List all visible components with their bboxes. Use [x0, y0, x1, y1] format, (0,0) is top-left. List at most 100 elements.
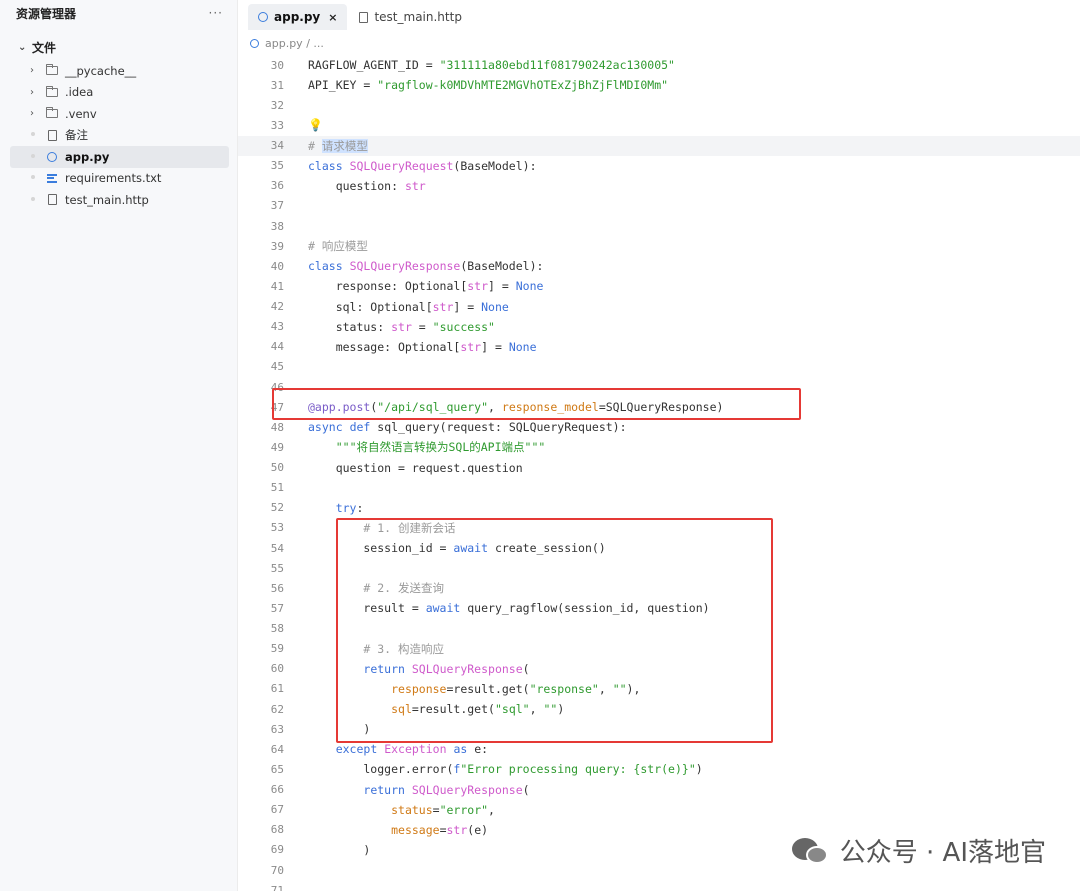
code-line: 33 💡 [238, 115, 1080, 135]
line-number: 53 [270, 521, 284, 535]
code-text: question: str [308, 178, 426, 193]
code-line: 42 sql: Optional[str] = None [238, 297, 1080, 317]
python-file-icon [44, 151, 60, 163]
folder-icon [44, 64, 60, 77]
line-number: 68 [270, 823, 284, 837]
tab-app-py[interactable]: app.py × [248, 4, 348, 30]
section-label: 文件 [32, 40, 57, 55]
line-number: 65 [270, 762, 284, 776]
line-number: 55 [270, 561, 284, 575]
code-text: """将自然语言转换为SQL的API端点""" [335, 440, 546, 455]
tree-item-label: test_main.http [65, 192, 149, 207]
line-number: 34 [270, 139, 284, 153]
watermark-text: 公众号 · AI落地官 [839, 838, 1046, 868]
code-line: 56 # 2. 发送查询 [238, 578, 1080, 598]
code-line: 34 # 请求模型 [238, 135, 1080, 156]
code-text: class SQLQueryResponse(BaseModel): [308, 259, 544, 274]
tree-item[interactable]: › .idea [10, 82, 229, 104]
code-line: 37 [238, 196, 1080, 216]
code-line: 52 try: [238, 498, 1080, 518]
text-lines-icon [44, 172, 60, 184]
code-line: 44 message: Optional[str] = None [238, 337, 1080, 357]
code-text: class SQLQueryRequest(BaseModel): [308, 158, 537, 173]
line-number: 50 [270, 461, 284, 475]
python-file-icon [258, 12, 268, 22]
tree-item[interactable]: › .venv [10, 103, 229, 125]
code-text: async def sql_query(request: SQLQueryReq… [308, 420, 627, 435]
code-line: 36 question: str [238, 176, 1080, 196]
line-number: 64 [270, 742, 284, 756]
tree-item[interactable]: requirements.txt [10, 168, 229, 190]
line-number: 52 [270, 501, 284, 515]
file-icon [44, 194, 60, 206]
code-line: 53 # 1. 创建新会话 [238, 518, 1080, 538]
code-line: 64 except Exception as e: [238, 739, 1080, 759]
line-number: 51 [270, 481, 284, 495]
code-text: API_KEY = "ragflow-k0MDVhMTE2MGVhOTExZjB… [308, 78, 669, 93]
code-text: result = await query_ragflow(session_id,… [308, 601, 710, 616]
tree-item[interactable]: › __pycache__ [10, 60, 229, 82]
code-line: 71 [238, 880, 1080, 891]
code-area[interactable]: 30 RAGFLOW_AGENT_ID = "311111a80ebd11f081… [238, 55, 1080, 891]
tree-item-label: 备注 [65, 128, 88, 143]
line-number: 56 [270, 581, 284, 595]
explorer-header: 资源管理器 ··· [0, 0, 237, 26]
line-number: 35 [270, 159, 284, 173]
code-line: 38 [238, 216, 1080, 236]
code-text: RAGFLOW_AGENT_ID = "311111a80ebd11f08179… [308, 58, 675, 73]
tree-item[interactable]: app.py [10, 146, 229, 168]
wechat-icon [791, 836, 830, 866]
line-number: 42 [270, 300, 284, 314]
code-line: 32 [238, 95, 1080, 115]
code-line: 40 class SQLQueryResponse(BaseModel): [238, 256, 1080, 276]
code-line: 31 API_KEY = "ragflow-k0MDVhMTE2MGVhOTExZ… [238, 75, 1080, 95]
tab-label: test_main.http [374, 10, 462, 24]
chevron-right-icon: › [30, 108, 34, 120]
code-text: ) [308, 722, 371, 737]
code-line: 49 """将自然语言转换为SQL的API端点""" [238, 437, 1080, 457]
chevron-right-icon: › [30, 86, 34, 98]
editor-pane: app.py × test_main.http app.py / ... 30 R… [238, 0, 1080, 891]
line-number: 60 [270, 662, 284, 676]
code-text: return SQLQueryResponse( [363, 661, 530, 676]
line-number: 31 [270, 78, 284, 92]
chevron-right-icon: › [30, 65, 34, 77]
line-number: 57 [270, 601, 284, 615]
code-text: status="error", [391, 802, 495, 817]
line-number: 59 [270, 642, 284, 656]
code-text: question = request.question [308, 460, 523, 475]
code-line: 57 result = await query_ragflow(session_… [238, 598, 1080, 618]
explorer-title: 资源管理器 [16, 6, 77, 21]
code-text: sql: Optional[str] = None [308, 299, 509, 314]
code-text: # 3. 构造响应 [363, 641, 445, 656]
watermark: 公众号 · AI落地官 [791, 832, 1046, 869]
code-line: 61 response=result.get("response", ""), [238, 679, 1080, 699]
files-section-header[interactable]: ⌄ 文件 [0, 34, 237, 60]
code-text: sql=result.get("sql", "") [391, 702, 565, 717]
code-text: logger.error(f"Error processing query: {… [308, 762, 703, 777]
code-line: 62 sql=result.get("sql", "") [238, 699, 1080, 719]
tab-label: app.py [274, 10, 321, 24]
tree-item-label: .idea [65, 85, 94, 100]
code-text: session_id = await create_session() [308, 541, 606, 556]
lightbulb-icon[interactable]: 💡 [308, 118, 323, 132]
code-line: 35 class SQLQueryRequest(BaseModel): [238, 156, 1080, 176]
code-line: 46 [238, 377, 1080, 397]
tree-item[interactable]: test_main.http [10, 189, 229, 211]
tab-test-main-http[interactable]: test_main.http [349, 4, 471, 30]
code-line: 30 RAGFLOW_AGENT_ID = "311111a80ebd11f081… [238, 55, 1080, 75]
more-actions-icon[interactable]: ··· [209, 6, 223, 20]
line-number: 36 [270, 179, 284, 193]
code-text: try: [335, 500, 364, 515]
python-file-icon [250, 38, 259, 48]
close-icon[interactable]: × [328, 11, 337, 24]
code-line: 43 status: str = "success" [238, 317, 1080, 337]
file-icon [44, 129, 60, 141]
code-line: 65 logger.error(f"Error processing query… [238, 759, 1080, 779]
line-number: 54 [270, 541, 284, 555]
code-line: 39 # 响应模型 [238, 236, 1080, 256]
code-text: response: Optional[str] = None [308, 279, 544, 294]
line-number: 43 [270, 320, 284, 334]
breadcrumb[interactable]: app.py / ... [238, 30, 1080, 56]
tree-item[interactable]: 备注 [10, 125, 229, 147]
